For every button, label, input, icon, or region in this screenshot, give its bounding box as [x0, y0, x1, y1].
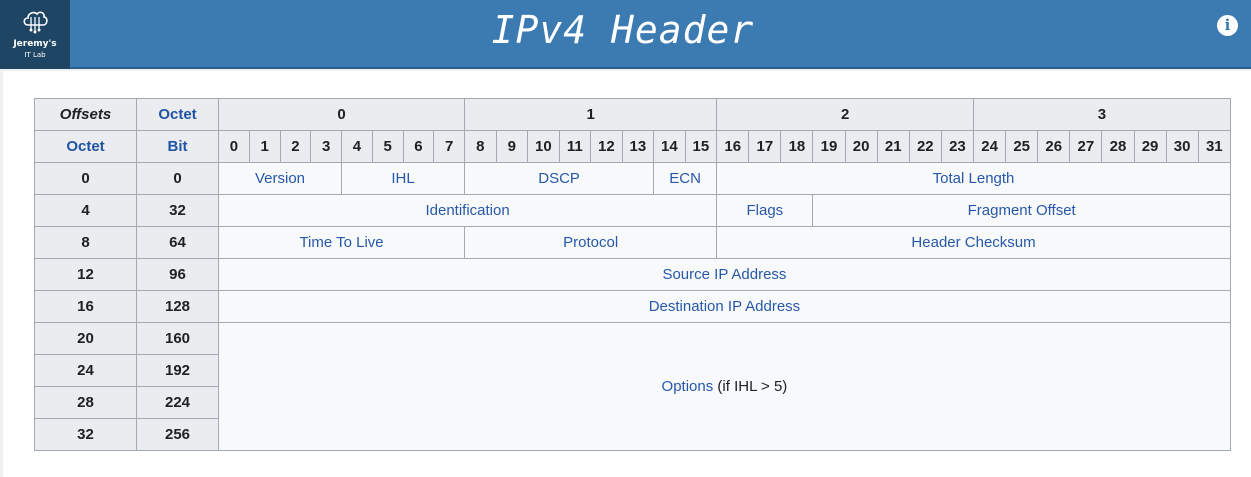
- logo-line2: IT Lab: [24, 51, 46, 59]
- bit-number: 22: [908, 130, 942, 163]
- page-title: IPv4 Header: [491, 8, 755, 52]
- bit-number: 30: [1165, 130, 1199, 163]
- bit-number: 7: [433, 130, 466, 163]
- field-time-to-live[interactable]: Time To Live: [217, 226, 466, 259]
- field-ihl[interactable]: IHL: [340, 162, 466, 195]
- octet-group-1: 1: [464, 98, 718, 131]
- octet-column-label[interactable]: Octet: [34, 130, 137, 163]
- row-octet: 28: [34, 386, 137, 419]
- bit-number: 16: [716, 130, 750, 163]
- row-bit: 96: [136, 258, 219, 291]
- bit-number: 5: [371, 130, 404, 163]
- row-bit: 192: [136, 354, 219, 387]
- octet-group-2: 2: [716, 98, 975, 131]
- row-octet: 4: [34, 194, 137, 227]
- offsets-header-row: Offsets Octet 0 1 2 3: [34, 98, 1231, 131]
- field-identification[interactable]: Identification: [217, 194, 718, 227]
- field-header-checksum[interactable]: Header Checksum: [716, 226, 1231, 259]
- row-bit: 128: [136, 290, 219, 323]
- bit-number: 29: [1133, 130, 1167, 163]
- table-row: 0 0 Version IHL DSCP ECN Total Length: [34, 162, 1231, 195]
- cloud-circuit-icon: [23, 11, 48, 34]
- row-octet: 0: [34, 162, 137, 195]
- field-protocol[interactable]: Protocol: [464, 226, 718, 259]
- field-flags[interactable]: Flags: [716, 194, 814, 227]
- bit-number: 27: [1069, 130, 1103, 163]
- table-row: 4 32 Identification Flags Fragment Offse…: [34, 194, 1231, 227]
- row-bit: 160: [136, 322, 219, 355]
- row-bit: 0: [136, 162, 219, 195]
- bit-number: 25: [1005, 130, 1039, 163]
- bit-number: 18: [780, 130, 814, 163]
- bit-number: 17: [748, 130, 782, 163]
- octet-group-0: 0: [217, 98, 466, 131]
- bit-number: 24: [973, 130, 1007, 163]
- field-version[interactable]: Version: [218, 162, 342, 195]
- info-icon[interactable]: i: [1217, 15, 1238, 36]
- bit-number: 26: [1037, 130, 1071, 163]
- table-row: 12 96 Source IP Address: [34, 258, 1231, 291]
- bit-number: 23: [940, 130, 975, 163]
- row-octet: 24: [34, 354, 137, 387]
- row-octet: 8: [34, 226, 137, 259]
- bit-number: 8: [464, 130, 497, 163]
- bit-number: 31: [1197, 130, 1231, 163]
- row-bit: 256: [136, 418, 219, 451]
- bit-number: 13: [621, 130, 655, 163]
- octet-group-3: 3: [973, 98, 1231, 131]
- row-octet: 32: [34, 418, 137, 451]
- options-note: (if IHL > 5): [713, 378, 788, 395]
- field-ecn[interactable]: ECN: [653, 162, 718, 195]
- bit-number: 1: [248, 130, 281, 163]
- header-bar: Jeremy's IT Lab IPv4 Header i: [0, 0, 1251, 69]
- bit-column-label[interactable]: Bit: [136, 130, 219, 163]
- bit-number: 2: [279, 130, 312, 163]
- field-total-length[interactable]: Total Length: [716, 162, 1231, 195]
- bit-number: 11: [558, 130, 592, 163]
- bit-number: 0: [218, 130, 250, 163]
- bit-number: 4: [341, 130, 373, 163]
- row-bit: 224: [136, 386, 219, 419]
- bit-number: 14: [653, 130, 686, 163]
- row-octet: 12: [34, 258, 137, 291]
- table-row: 8 64 Time To Live Protocol Header Checks…: [34, 226, 1231, 259]
- bit-number: 10: [527, 130, 560, 163]
- logo-line1: Jeremy's: [13, 39, 57, 49]
- logo: Jeremy's IT Lab: [0, 0, 70, 69]
- bit-number: 15: [684, 130, 718, 163]
- table-row: 20 160 Options (if IHL > 5): [34, 322, 1231, 451]
- bit-number: 21: [876, 130, 910, 163]
- field-options: Options (if IHL > 5): [218, 322, 1231, 451]
- row-bit: 64: [136, 226, 219, 259]
- octet-label[interactable]: Octet: [136, 98, 219, 131]
- field-dscp[interactable]: DSCP: [464, 162, 655, 195]
- bit-number: 12: [590, 130, 623, 163]
- bit-number: 9: [495, 130, 529, 163]
- bit-number: 3: [310, 130, 342, 163]
- options-link[interactable]: Options: [662, 378, 714, 395]
- row-octet: 20: [34, 322, 137, 355]
- offsets-label: Offsets: [34, 98, 137, 131]
- field-destination-ip-address[interactable]: Destination IP Address: [218, 290, 1231, 323]
- field-source-ip-address[interactable]: Source IP Address: [218, 258, 1231, 291]
- bit-number: 20: [844, 130, 878, 163]
- bit-number: 19: [812, 130, 846, 163]
- field-fragment-offset[interactable]: Fragment Offset: [812, 194, 1231, 227]
- row-octet: 16: [34, 290, 137, 323]
- table-row: 16 128 Destination IP Address: [34, 290, 1231, 323]
- bit-header-row: Octet Bit 0 1 2 3 4 5 6 7 8 9 10 11 12 1…: [34, 130, 1231, 163]
- ipv4-header-table: Offsets Octet 0 1 2 3 Octet Bit 0 1 2 3 …: [34, 98, 1231, 451]
- bit-number: 28: [1101, 130, 1135, 163]
- row-bit: 32: [136, 194, 219, 227]
- bit-number: 6: [402, 130, 435, 163]
